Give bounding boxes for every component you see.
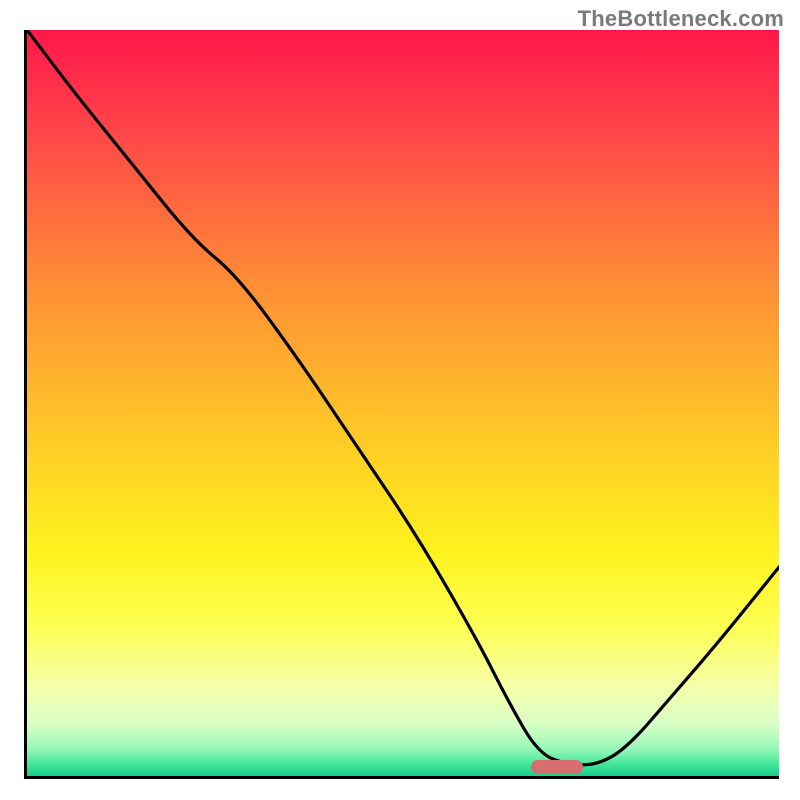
curve-layer bbox=[27, 30, 779, 776]
watermark-text: TheBottleneck.com bbox=[578, 6, 784, 32]
optimal-marker bbox=[531, 760, 584, 774]
plot-area bbox=[24, 30, 779, 779]
bottleneck-chart: TheBottleneck.com bbox=[0, 0, 800, 800]
bottleneck-curve-path bbox=[27, 30, 779, 765]
